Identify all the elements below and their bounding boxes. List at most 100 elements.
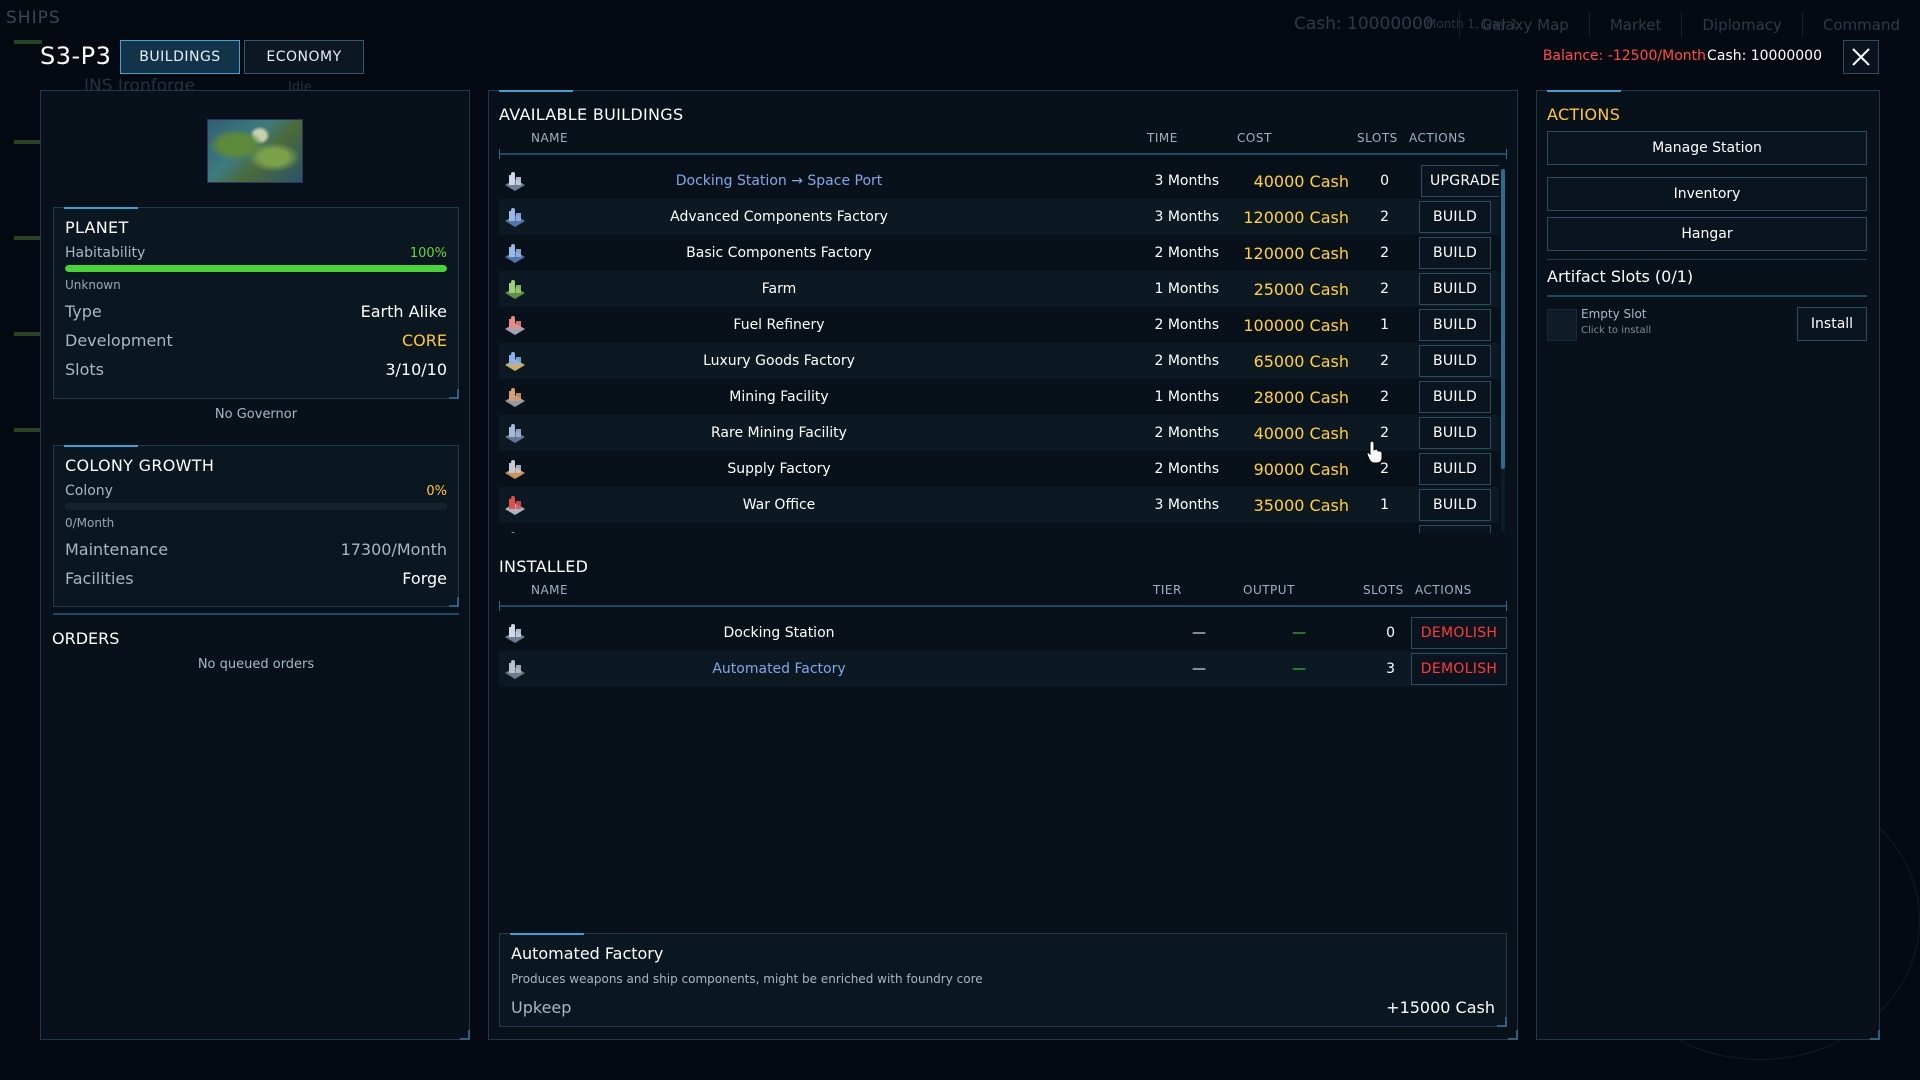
table-row: War Office 3 Months 35000 Cash 1 BUILD	[499, 487, 1499, 523]
close-button[interactable]	[1843, 40, 1879, 74]
install-button[interactable]: Install	[1797, 307, 1867, 341]
build-button[interactable]: BUILD	[1419, 273, 1491, 305]
scroll-thumb[interactable]	[1501, 169, 1505, 469]
bg-stripe	[14, 140, 42, 144]
building-name: Advanced Components Factory	[670, 209, 888, 225]
building-cost: 120000 Cash	[1243, 243, 1349, 263]
installed-col-actions: ACTIONS	[1415, 583, 1472, 597]
governor-status: No Governor	[214, 407, 298, 422]
building-cost: 40000 Cash	[1253, 171, 1349, 191]
planet-title: S3-P3	[40, 42, 112, 70]
building-time: 1 Months	[1154, 281, 1219, 297]
building-slots: 2	[1380, 425, 1389, 441]
building-name: Rare Mining Facility	[711, 425, 847, 441]
table-row: Basic Components Factory 2 Months 120000…	[499, 235, 1499, 271]
artifact-slot[interactable]	[1547, 309, 1577, 341]
available-buildings-list: Docking Station → Space Port 3 Months 40…	[499, 163, 1499, 533]
detail-title: Automated Factory	[511, 944, 664, 963]
build-button[interactable]: BUILD	[1419, 345, 1491, 377]
installed-tier: —	[1192, 625, 1206, 641]
water-extractor-icon	[501, 529, 529, 533]
hangar-button[interactable]: Hangar	[1547, 217, 1867, 251]
automated-factory-icon	[501, 657, 529, 681]
building-cost: 40000 Cash	[1253, 423, 1349, 443]
tab-buildings[interactable]: BUILDINGS	[120, 40, 240, 74]
colony-growth-title: COLONY GROWTH	[65, 456, 215, 475]
build-button[interactable]: BUILD	[1419, 489, 1491, 521]
building-cost: 65000 Cash	[1253, 351, 1349, 371]
building-name: Docking Station → Space Port	[675, 173, 883, 189]
colony-bar	[65, 503, 447, 510]
building-cost: 25000 Cash	[1253, 279, 1349, 299]
build-button[interactable]: BUILD	[1419, 381, 1491, 413]
table-row: Rare Mining Facility 2 Months 40000 Cash…	[499, 415, 1499, 451]
orders-title: ORDERS	[52, 629, 120, 648]
demolish-button[interactable]: DEMOLISH	[1411, 617, 1507, 649]
build-button[interactable]: BUILD	[1419, 453, 1491, 485]
building-name: Fuel Refinery	[733, 317, 825, 333]
building-name: Supply Factory	[727, 461, 831, 477]
rare-mining-icon	[501, 421, 529, 445]
bg-nav-market: Market	[1588, 12, 1682, 38]
installed-output: —	[1292, 661, 1306, 677]
bg-stripe	[14, 428, 42, 432]
building-cost: 20000 Cash	[1229, 532, 1349, 534]
building-slots: 2	[1380, 209, 1389, 225]
installed-col-output: OUTPUT	[1243, 583, 1295, 597]
building-cost: 100000 Cash	[1243, 315, 1349, 335]
upkeep-label: Upkeep	[511, 998, 572, 1017]
build-button[interactable]: BUILD	[1419, 525, 1491, 533]
installed-slots: 0	[1386, 625, 1395, 641]
build-button[interactable]: BUILD	[1419, 417, 1491, 449]
development-value: CORE	[402, 331, 447, 350]
installed-slots: 3	[1386, 661, 1395, 677]
luxury-factory-icon	[501, 349, 529, 373]
colony-label: Colony	[65, 483, 113, 499]
bg-nav-galaxy-map: Galaxy Map	[1459, 12, 1588, 38]
upgrade-button[interactable]: UPGRADE	[1421, 165, 1499, 197]
build-button[interactable]: BUILD	[1419, 237, 1491, 269]
building-cost: 90000 Cash	[1253, 459, 1349, 479]
inventory-button[interactable]: Inventory	[1547, 177, 1867, 211]
building-time: 2 Months	[1154, 425, 1219, 441]
installed-output: —	[1292, 625, 1306, 641]
demolish-button[interactable]: DEMOLISH	[1411, 653, 1507, 685]
table-row: Supply Factory 2 Months 90000 Cash 2 BUI…	[499, 451, 1499, 487]
facilities-value: Forge	[402, 569, 447, 588]
slots-label: Slots	[65, 360, 104, 379]
available-buildings-title: AVAILABLE BUILDINGS	[499, 105, 684, 124]
table-row: Luxury Goods Factory 2 Months 65000 Cash…	[499, 343, 1499, 379]
manage-station-button[interactable]: Manage Station	[1547, 131, 1867, 165]
table-row: Farm 1 Months 25000 Cash 2 BUILD	[499, 271, 1499, 307]
building-name: War Office	[742, 497, 816, 513]
ships-label: SHIPS	[6, 8, 61, 28]
bg-stripe	[14, 40, 42, 44]
hand-cursor-icon	[1366, 440, 1383, 464]
build-button[interactable]: BUILD	[1419, 201, 1491, 233]
docking-station-icon	[501, 621, 529, 645]
tab-economy[interactable]: ECONOMY	[244, 40, 364, 74]
table-row: Mining Facility 1 Months 28000 Cash 2 BU…	[499, 379, 1499, 415]
building-slots: 1	[1380, 497, 1389, 513]
table-row: Advanced Components Factory 3 Months 120…	[499, 199, 1499, 235]
docking-upgrade-icon	[501, 169, 529, 193]
habitability-bar	[65, 265, 447, 272]
type-label: Type	[65, 302, 102, 321]
build-button[interactable]: BUILD	[1419, 309, 1491, 341]
planet-panel: PLANET Habitability 100% Unknown Type Ea…	[40, 90, 470, 1040]
buildings-panel: AVAILABLE BUILDINGS NAME TIME COST SLOTS…	[488, 90, 1518, 1040]
planet-thumbnail	[207, 119, 303, 183]
cash-readout: Cash: 10000000	[1707, 48, 1822, 64]
bg-stripe	[14, 332, 42, 336]
artifact-slots-title: Artifact Slots (0/1)	[1547, 267, 1694, 286]
col-actions: ACTIONS	[1409, 131, 1466, 145]
bg-nav: Galaxy Map Market Diplomacy Command	[1459, 12, 1920, 38]
building-cost: 120000 Cash	[1243, 207, 1349, 227]
available-scrollbar[interactable]	[1501, 169, 1505, 531]
building-time: 2 Months	[1154, 353, 1219, 369]
actions-panel: ACTIONS Manage Station Inventory Hangar …	[1536, 90, 1880, 1040]
slots-value: 3/10/10	[385, 360, 447, 379]
building-time: 3 Months	[1154, 173, 1219, 189]
table-row: Water Extractor 1 Months 20000 Cash 2 BU…	[499, 523, 1499, 533]
bg-nav-diplomacy: Diplomacy	[1681, 12, 1802, 38]
